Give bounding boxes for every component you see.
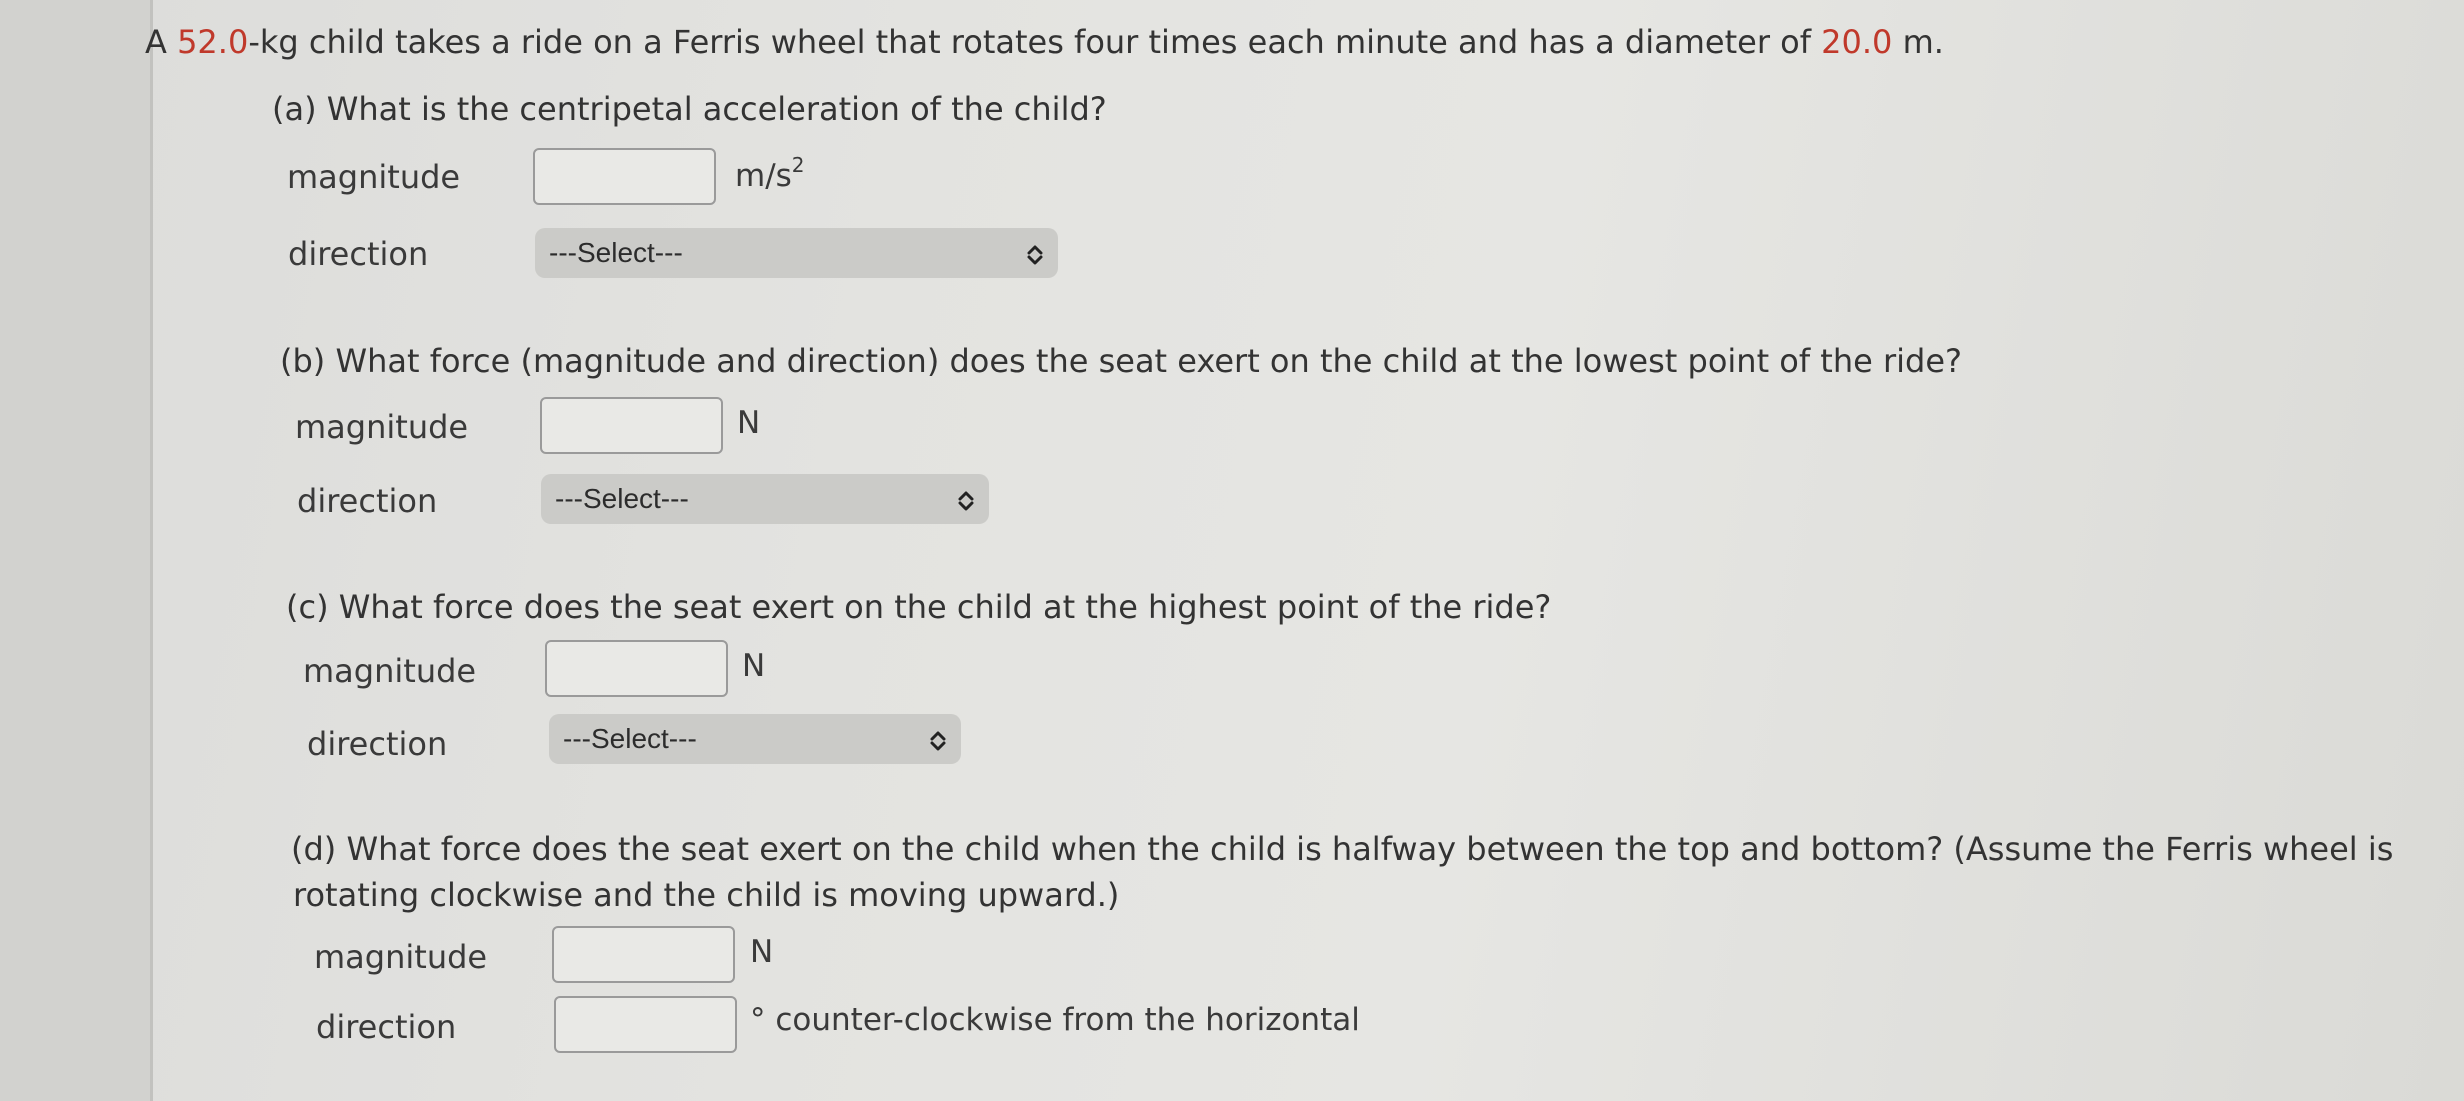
part-c-direction-label: direction [307,725,448,763]
part-c-question: (c) What force does the seat exert on th… [286,588,1552,626]
part-a-question: (a) What is the centripetal acceleration… [272,90,1107,128]
problem-text-prefix: A [145,23,178,61]
part-d-direction-input[interactable] [554,996,737,1053]
question-content: A 52.0-kg child takes a ride on a Ferris… [145,0,2464,1101]
part-b-direction-selected: ---Select--- [555,483,689,514]
part-c-unit: N [742,648,766,684]
part-a-magnitude-input[interactable] [533,148,716,205]
part-d-direction-unit: ° counter-clockwise from the horizontal [750,1002,1360,1038]
chevron-up-down-icon [929,714,947,764]
problem-statement: A 52.0-kg child takes a ride on a Ferris… [145,23,1944,61]
part-d-question-line1: (d) What force does the seat exert on th… [291,830,2394,868]
part-d-unit: N [750,934,774,970]
part-a-direction-select[interactable]: ---Select--- [535,228,1058,278]
problem-text-suffix: m. [1892,23,1944,61]
problem-text-middle: -kg child takes a ride on a Ferris wheel… [248,23,1822,61]
part-a-unit-exponent: 2 [791,153,805,177]
part-d-question-line2: rotating clockwise and the child is movi… [293,876,1120,914]
part-b-direction-select[interactable]: ---Select--- [541,474,989,524]
part-d-direction-label: direction [316,1008,457,1046]
part-d-magnitude-input[interactable] [552,926,735,983]
part-c-direction-selected: ---Select--- [563,723,697,754]
part-b-unit: N [737,405,761,441]
part-a-unit-base: m/s [735,158,792,194]
diameter-value: 20.0 [1821,23,1893,61]
part-c-direction-select[interactable]: ---Select--- [549,714,961,764]
chevron-up-down-icon [957,474,975,524]
part-b-direction-label: direction [297,482,438,520]
part-a-unit: m/s2 [735,153,805,194]
part-a-direction-label: direction [288,235,429,273]
part-a-magnitude-label: magnitude [287,158,461,196]
part-b-magnitude-label: magnitude [295,408,469,446]
part-a-direction-selected: ---Select--- [549,237,683,268]
part-c-magnitude-input[interactable] [545,640,728,697]
part-d-magnitude-label: magnitude [314,938,488,976]
part-b-magnitude-input[interactable] [540,397,723,454]
part-b-question: (b) What force (magnitude and direction)… [280,342,1963,380]
page-left-margin [0,0,153,1101]
chevron-up-down-icon [1026,228,1044,278]
part-c-magnitude-label: magnitude [303,652,477,690]
mass-value: 52.0 [177,23,249,61]
